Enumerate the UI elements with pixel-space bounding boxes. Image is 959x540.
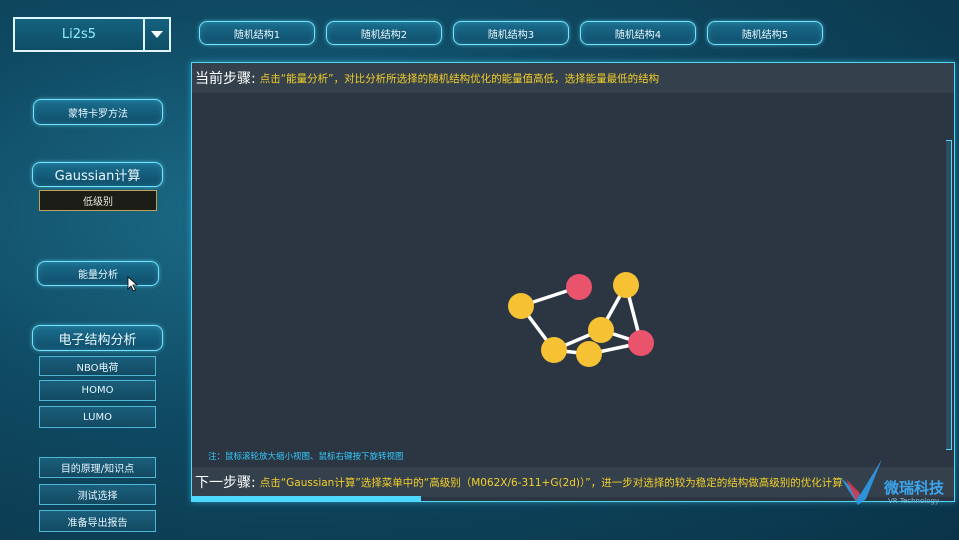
tab-random-structure-3[interactable]: 随机结构3: [453, 21, 569, 45]
next-step-text: 点击“Gaussian计算”选择菜单中的“高级别（M062X/6-311+G(2…: [259, 476, 843, 489]
structure-selector-value: Li2s5: [61, 27, 97, 42]
lithium-atom: [588, 317, 614, 343]
principle-knowledge-button[interactable]: 目的原理/知识点: [39, 457, 156, 478]
electronic-structure-button[interactable]: 电子结构分析: [32, 325, 163, 351]
main-viewer-panel: 当前步骤: 点击“能量分析”，对比分析所选择的随机结构优化的能量值高低，选择能量…: [191, 62, 955, 502]
chevron-down-icon[interactable]: [143, 19, 169, 50]
next-step-label: 下一步骤:: [195, 475, 256, 491]
current-step-text: 点击“能量分析”，对比分析所选择的随机结构优化的能量值高低，选择能量最低的结构: [259, 72, 660, 85]
structure-selector[interactable]: Li2s5: [13, 17, 171, 52]
bottom-accent-bar: [191, 496, 421, 501]
tab-random-structure-4[interactable]: 随机结构4: [580, 21, 696, 45]
nbo-charge-button[interactable]: NBO电荷: [39, 356, 156, 376]
sulfur-atom: [566, 274, 592, 300]
logo-subtext: VR Technology: [888, 497, 940, 505]
mouse-cursor-icon: [127, 276, 139, 292]
lithium-atom: [508, 293, 534, 319]
low-level-option[interactable]: 低级别: [39, 190, 157, 211]
export-report-button[interactable]: 准备导出报告: [39, 510, 156, 532]
logo-text: 微瑞科技: [884, 479, 945, 497]
lithium-atom: [576, 341, 602, 367]
lithium-atom: [541, 337, 567, 363]
gaussian-calc-button[interactable]: Gaussian计算: [32, 162, 163, 187]
view-hint-note: 注：鼠标滚轮放大缩小视图、鼠标右键按下旋转视图: [208, 452, 404, 462]
current-step-label: 当前步骤:: [195, 71, 256, 87]
molecule-viewport[interactable]: 注：鼠标滚轮放大缩小视图、鼠标右键按下旋转视图: [192, 93, 954, 463]
homo-button[interactable]: HOMO: [39, 380, 156, 401]
current-step-bar: 当前步骤: 点击“能量分析”，对比分析所选择的随机结构优化的能量值高低，选择能量…: [192, 63, 954, 93]
lumo-button[interactable]: LUMO: [39, 406, 156, 428]
tab-random-structure-2[interactable]: 随机结构2: [326, 21, 442, 45]
monte-carlo-button[interactable]: 蒙特卡罗方法: [33, 99, 163, 125]
tab-random-structure-5[interactable]: 随机结构5: [707, 21, 823, 45]
panel-edge-decoration: [946, 140, 952, 450]
tab-random-structure-1[interactable]: 随机结构1: [199, 21, 315, 45]
company-logo: 微瑞科技 VR Technology: [836, 455, 956, 515]
sulfur-atom: [628, 330, 654, 356]
lithium-atom: [613, 272, 639, 298]
energy-analysis-button[interactable]: 能量分析: [37, 261, 159, 286]
test-selection-button[interactable]: 测试选择: [39, 484, 156, 505]
